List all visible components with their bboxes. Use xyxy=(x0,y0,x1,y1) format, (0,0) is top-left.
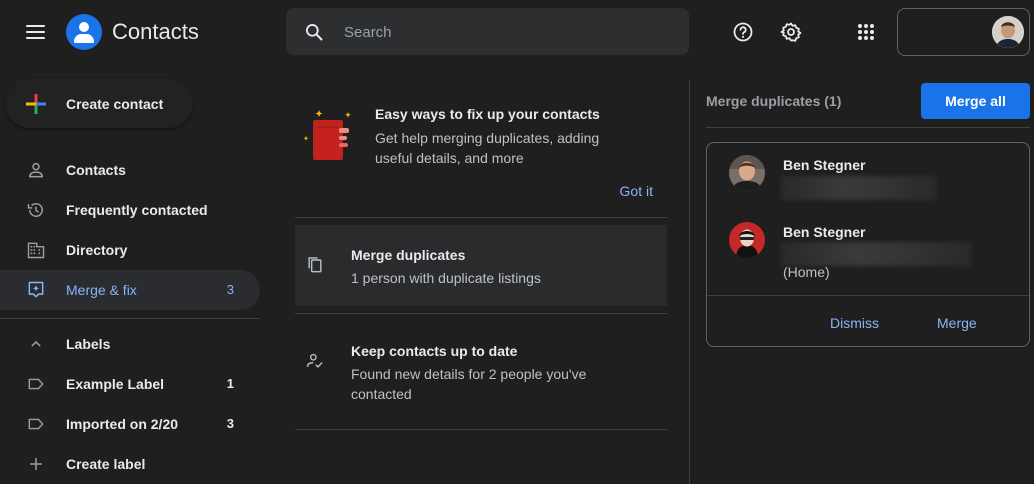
plus-icon xyxy=(30,458,42,470)
help-icon[interactable] xyxy=(731,20,755,44)
contact-name: Ben Stegner xyxy=(783,224,866,240)
menu-icon[interactable] xyxy=(20,20,52,44)
create-contact-label: Create contact xyxy=(66,96,164,112)
contact-detail-label: (Home) xyxy=(783,264,830,280)
merge-duplicates-description: 1 person with duplicate listings xyxy=(351,270,541,286)
label-icon xyxy=(28,378,44,390)
sidebar-item-frequently-contacted[interactable]: Frequently contacted xyxy=(0,190,260,230)
merge-fix-icon xyxy=(28,281,44,298)
search-input[interactable] xyxy=(344,20,674,44)
sidebar-item-contacts[interactable]: Contacts xyxy=(0,150,260,190)
divider xyxy=(295,217,667,218)
panel-separator xyxy=(689,80,690,484)
sidebar-item-label: Frequently contacted xyxy=(66,202,208,218)
plus-icon xyxy=(26,94,46,114)
create-label-text: Create label xyxy=(66,456,146,472)
sidebar-item-label: Example Label xyxy=(66,376,165,392)
dismiss-button[interactable]: Dismiss xyxy=(830,315,879,331)
sidebar-item-example-label[interactable]: Example Label 1 xyxy=(0,364,260,404)
merge-all-button[interactable]: Merge all xyxy=(921,83,1030,119)
sidebar-item-count: 3 xyxy=(226,416,234,431)
search-icon[interactable] xyxy=(304,22,324,42)
sidebar-item-count: 1 xyxy=(226,376,234,391)
merge-duplicates-heading: Merge duplicates (1) xyxy=(706,93,842,109)
keep-up-to-date-description: Found new details for 2 people you've co… xyxy=(351,366,587,402)
redacted-detail xyxy=(781,176,936,200)
labels-header: Labels xyxy=(66,336,111,352)
search-box[interactable] xyxy=(286,8,689,55)
create-contact-button[interactable]: Create contact xyxy=(6,80,192,128)
account-switcher[interactable] xyxy=(897,8,1030,56)
labels-section-toggle[interactable]: Labels xyxy=(0,324,260,364)
person-check-icon xyxy=(306,353,323,368)
create-label-button[interactable]: Create label xyxy=(0,444,260,484)
merge-button[interactable]: Merge xyxy=(937,315,977,331)
address-book-illustration-icon xyxy=(303,110,351,160)
divider xyxy=(295,429,667,430)
app-title: Contacts xyxy=(112,19,199,44)
sidebar-item-label: Imported on 2/20 xyxy=(66,416,179,432)
chevron-up-icon xyxy=(31,340,41,347)
redacted-detail xyxy=(781,242,971,266)
avatar[interactable] xyxy=(992,16,1024,48)
divider xyxy=(707,295,1029,296)
merge-fix-list: Easy ways to fix up your contacts Get he… xyxy=(295,80,667,484)
label-icon xyxy=(28,418,44,430)
sidebar-item-label: Contacts xyxy=(66,162,126,178)
contact-avatar xyxy=(729,222,765,258)
keep-up-to-date-item[interactable]: Keep contacts up to date Found new detai… xyxy=(295,314,667,429)
person-icon xyxy=(28,162,44,178)
sidebar-item-imported-label[interactable]: Imported on 2/20 3 xyxy=(0,404,260,444)
contact-name: Ben Stegner xyxy=(783,157,866,173)
settings-icon[interactable] xyxy=(779,20,803,44)
history-icon xyxy=(27,203,43,217)
contact-avatar xyxy=(729,155,765,191)
sidebar-divider xyxy=(0,318,260,319)
sidebar-item-count: 3 xyxy=(226,282,234,297)
divider xyxy=(706,127,1030,128)
got-it-button[interactable]: Got it xyxy=(620,183,653,199)
merge-duplicates-item[interactable]: Merge duplicates 1 person with duplicate… xyxy=(295,225,667,306)
keep-up-to-date-title: Keep contacts up to date xyxy=(351,343,518,359)
sidebar-item-label: Merge & fix xyxy=(66,282,137,298)
sidebar-item-directory[interactable]: Directory xyxy=(0,230,260,270)
tip-description: Get help merging duplicates, adding usef… xyxy=(375,130,600,166)
duplicate-card: Ben Stegner Ben Stegner (Home) Dismiss M… xyxy=(706,142,1030,347)
tip-title: Easy ways to fix up your contacts xyxy=(375,106,600,122)
merge-duplicates-title: Merge duplicates xyxy=(351,247,466,263)
contacts-logo-icon xyxy=(66,14,102,50)
tip-card: Easy ways to fix up your contacts Get he… xyxy=(295,80,667,217)
apps-grid-icon[interactable] xyxy=(854,20,878,44)
sidebar-item-merge-fix[interactable]: Merge & fix 3 xyxy=(0,270,260,310)
building-icon xyxy=(27,242,45,259)
sidebar-item-label: Directory xyxy=(66,242,128,258)
copy-icon xyxy=(308,257,322,273)
app-header: Contacts xyxy=(0,0,1034,64)
